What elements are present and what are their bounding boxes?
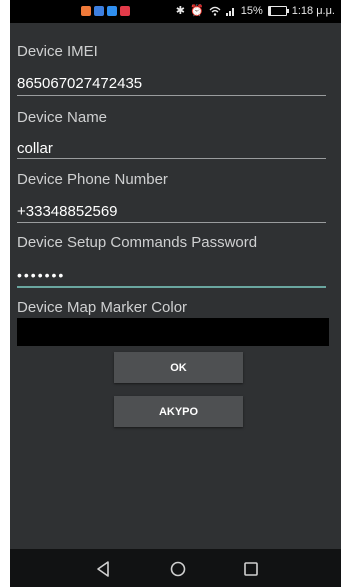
wifi-icon	[209, 6, 221, 16]
navigation-bar	[10, 549, 341, 587]
battery-percent: 15%	[240, 5, 263, 17]
battery-icon	[267, 6, 289, 16]
clock: 1:18 μ.μ.	[291, 5, 335, 17]
name-label: Device Name	[17, 109, 108, 126]
signal-icon	[225, 8, 234, 16]
status-bar: ✱ ⏰ 15% 1:18 μ.μ.	[10, 0, 341, 23]
name-field[interactable]: collar	[17, 140, 53, 158]
alarm-icon: ⏰	[190, 5, 204, 17]
back-icon[interactable]	[93, 558, 115, 580]
battery-fill	[268, 7, 272, 15]
password-underline	[17, 286, 326, 288]
imei-underline	[17, 95, 326, 96]
notification-icons	[81, 6, 130, 16]
phone-screen: ✱ ⏰ 15% 1:18 μ.μ. Device IMEI 8650670274…	[10, 0, 341, 587]
home-icon[interactable]	[167, 558, 189, 580]
password-field[interactable]: •••••••	[17, 266, 65, 284]
cancel-button[interactable]: ΑΚΥΡΟ	[114, 396, 243, 427]
color-label: Device Map Marker Color	[17, 299, 188, 316]
blue-app-icon	[94, 6, 104, 16]
orange-app-icon	[81, 6, 91, 16]
recents-icon[interactable]	[240, 558, 262, 580]
system-indicators: ✱ ⏰ 15% 1:18 μ.μ.	[176, 5, 335, 17]
ok-button[interactable]: OK	[114, 352, 243, 383]
phone-field[interactable]: +33348852569	[17, 203, 118, 221]
marker-color-picker[interactable]	[17, 318, 329, 346]
phone-underline	[17, 222, 326, 223]
phone-label: Device Phone Number	[17, 171, 168, 188]
bluetooth-icon: ✱	[175, 5, 185, 17]
red-app-icon	[120, 6, 130, 16]
blue-messenger-icon	[107, 6, 117, 16]
name-underline	[17, 158, 326, 159]
imei-field[interactable]: 865067027472435	[17, 75, 142, 93]
imei-label: Device IMEI	[17, 43, 98, 60]
password-label: Device Setup Commands Password	[17, 234, 258, 251]
